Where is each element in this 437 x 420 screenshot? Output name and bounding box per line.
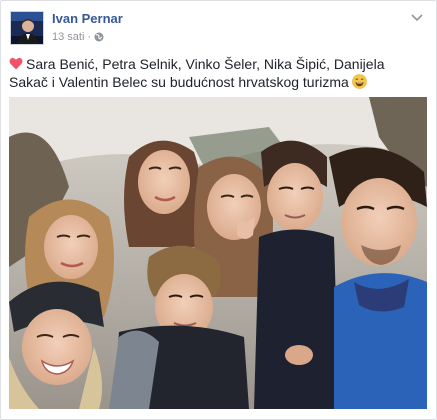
post-timestamp[interactable]: 13 sati xyxy=(52,30,84,44)
post-photo[interactable] xyxy=(9,97,427,409)
chevron-down-icon[interactable] xyxy=(410,12,424,22)
heart-icon xyxy=(9,57,23,70)
author-name[interactable]: Ivan Pernar xyxy=(52,11,123,27)
caption-text: Sara Benić, Petra Selnik, Vinko Šeler, N… xyxy=(9,56,385,90)
facebook-post: Ivan Pernar 13 sati · Sara Benić, Petra … xyxy=(0,0,437,420)
meta-separator: · xyxy=(87,31,92,43)
group-selfie-photo xyxy=(9,97,427,409)
laugh-icon xyxy=(352,74,367,89)
globe-icon[interactable] xyxy=(94,32,104,42)
post-meta: 13 sati · xyxy=(52,30,104,44)
avatar-image xyxy=(11,12,43,44)
author-avatar[interactable] xyxy=(10,11,44,45)
post-caption: Sara Benić, Petra Selnik, Vinko Šeler, N… xyxy=(9,55,427,91)
